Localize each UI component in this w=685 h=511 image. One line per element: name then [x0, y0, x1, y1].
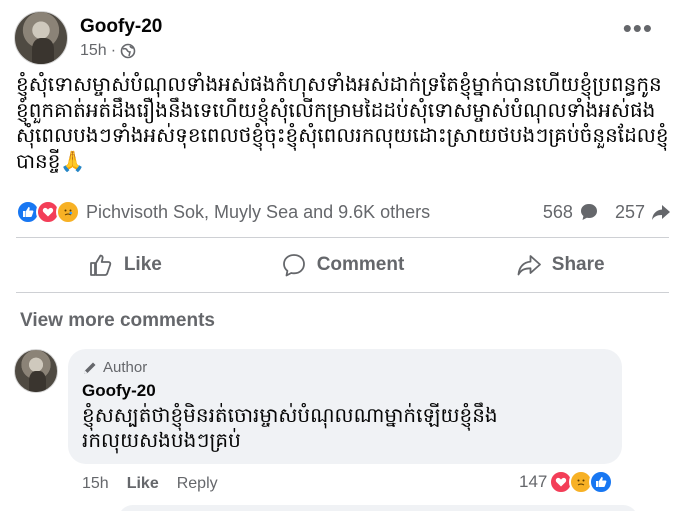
comment-reactions[interactable]: 147 — [519, 470, 614, 494]
engagement-counts: 568 257 — [543, 202, 671, 223]
reactions-summary: Pichvisoth Sok, Muyly Sea and 9.6K other… — [16, 197, 671, 227]
comment-reply-button[interactable]: Reply — [177, 475, 218, 493]
comment-bubble-icon — [580, 204, 597, 220]
share-count[interactable]: 257 — [615, 202, 645, 223]
comment-like-button[interactable]: Like — [127, 475, 159, 493]
pencil-icon — [84, 362, 96, 374]
post-meta: 15h · — [80, 42, 136, 60]
divider — [16, 237, 669, 238]
post-text: ខ្ញុំសុំទោសម្ចាស់បំណុលទាំងអស់ផងកំហុសទាំង… — [16, 72, 669, 173]
author-badge-label: Author — [103, 359, 148, 376]
post-actions: Like Comment Share — [16, 243, 669, 287]
commenter-name[interactable]: Goofy-20 — [82, 381, 608, 401]
author-avatar[interactable] — [14, 11, 68, 65]
like-label: Like — [123, 254, 162, 275]
globe-icon — [120, 43, 136, 59]
view-more-comments-link[interactable]: View more comments — [20, 310, 215, 332]
post-time[interactable]: 15h — [80, 42, 107, 60]
comment-text: ខ្ញុំសស្បត់ថាខ្ញុំមិនរត់ចោរម្ចាស់បំណុលណា… — [82, 403, 498, 452]
share-label: Share — [551, 254, 605, 275]
meta-separator: · — [110, 42, 117, 59]
author-badge: Author — [82, 359, 608, 376]
more-options-icon[interactable]: ••• — [623, 15, 653, 41]
like-icon — [89, 254, 112, 276]
care-reaction-icon — [56, 200, 80, 224]
comment-icon — [282, 254, 305, 277]
comment-bubble: Author Goofy-20 ខ្ញុំសស្បត់ថាខ្ញុំមិនរត់… — [68, 349, 622, 464]
author-name[interactable]: Goofy-20 — [80, 16, 162, 38]
comment-meta: 15h Like Reply — [82, 475, 218, 493]
comment-label: Comment — [316, 254, 405, 275]
next-comment-bubble — [118, 505, 638, 511]
share-icon — [517, 255, 541, 276]
share-arrow-icon — [652, 205, 670, 220]
post-header: Goofy-20 15h · ••• — [14, 11, 671, 67]
divider — [16, 292, 669, 293]
reaction-icons[interactable] — [16, 200, 80, 224]
like-button[interactable]: Like — [16, 243, 234, 287]
comment-reaction-count: 147 — [519, 472, 548, 491]
commenter-avatar[interactable] — [14, 349, 58, 393]
like-reaction-icon — [589, 470, 614, 494]
comment-time[interactable]: 15h — [82, 475, 109, 493]
comment-button[interactable]: Comment — [234, 243, 452, 287]
share-button[interactable]: Share — [451, 243, 669, 287]
reaction-names[interactable]: Pichvisoth Sok, Muyly Sea and 9.6K other… — [86, 202, 430, 223]
comment-count[interactable]: 568 — [543, 202, 573, 223]
